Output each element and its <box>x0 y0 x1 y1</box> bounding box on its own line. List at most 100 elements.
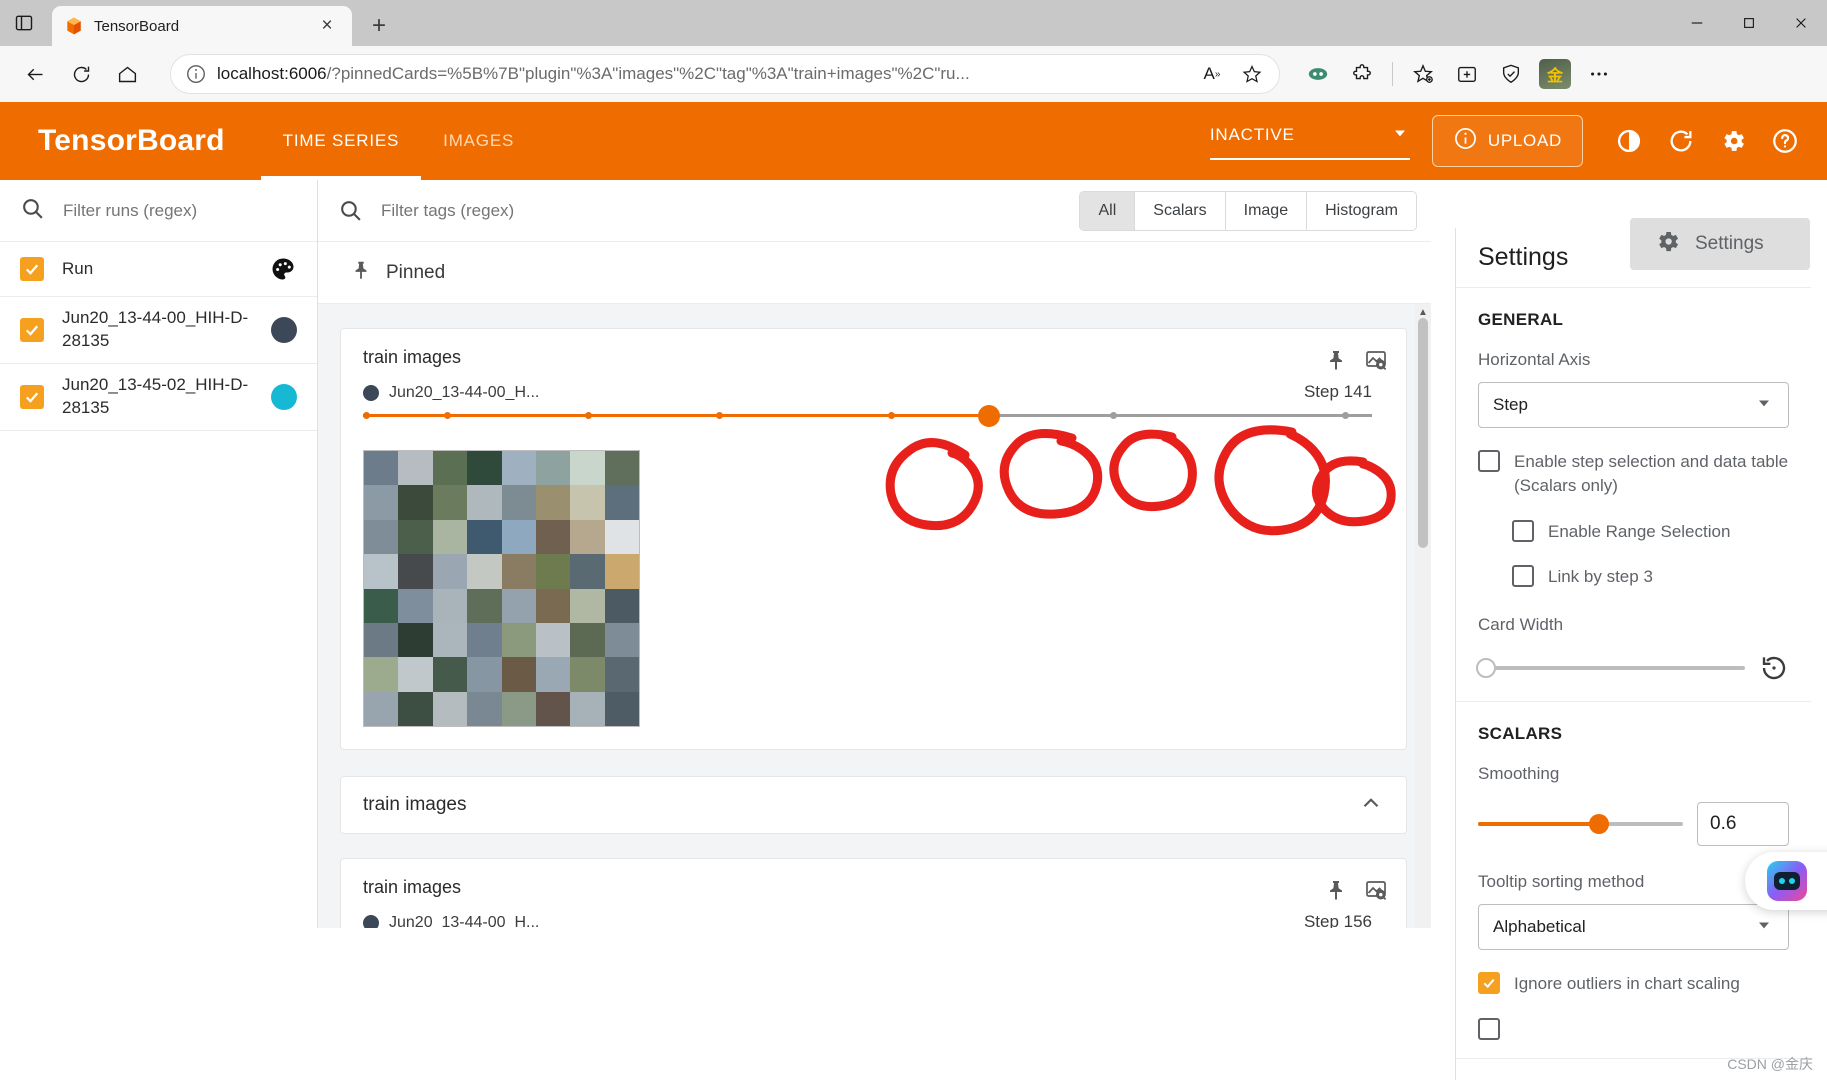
card-actions <box>1324 347 1388 378</box>
search-icon <box>338 198 363 223</box>
smoothing-slider[interactable] <box>1478 814 1683 835</box>
upload-button[interactable]: UPLOAD <box>1431 115 1583 167</box>
address-bar[interactable]: localhost:6006/?pinnedCards=%5B%7B"plugi… <box>170 54 1280 94</box>
ignore-outliers-checkbox[interactable] <box>1478 972 1500 995</box>
tab-sidebar-toggle-icon[interactable] <box>0 0 48 46</box>
runs-header-row[interactable]: Run <box>0 242 317 297</box>
favorite-star-icon[interactable] <box>1237 61 1267 87</box>
reload-icon[interactable] <box>60 53 102 95</box>
horizontal-axis-select[interactable]: Step <box>1478 382 1789 428</box>
slider-tick <box>584 412 592 419</box>
copilot-icon[interactable] <box>1298 54 1338 94</box>
tooltip-sort-select[interactable]: Alphabetical <box>1478 904 1789 951</box>
status-dropdown-value: INACTIVE <box>1209 125 1295 144</box>
run-color-dot[interactable] <box>271 316 297 343</box>
settings-button[interactable]: Settings <box>1630 218 1810 270</box>
browser-essentials-icon[interactable] <box>1491 54 1531 94</box>
add-to-favorites-icon[interactable] <box>1447 54 1487 94</box>
browser-tab[interactable]: TensorBoard × <box>52 6 352 46</box>
extensions-icon[interactable] <box>1342 54 1382 94</box>
runs-select-all-checkbox[interactable] <box>20 257 44 281</box>
ignore-outliers-row[interactable]: Ignore outliers in chart scaling <box>1478 972 1789 996</box>
card-width-slider[interactable] <box>1476 658 1745 679</box>
pinned-label: Pinned <box>386 261 446 283</box>
tab-images[interactable]: IMAGES <box>421 102 536 180</box>
home-icon[interactable] <box>106 53 148 95</box>
tags-toolbar: All Scalars Image Histogram <box>318 180 1431 242</box>
reset-icon[interactable] <box>1759 653 1789 683</box>
image-card-pinned: train images Jun20_13-44-00_H... Step 14… <box>340 328 1407 750</box>
pin-icon <box>350 258 372 287</box>
reload-icon[interactable] <box>1661 121 1701 161</box>
settings-button-label: Settings <box>1695 233 1764 254</box>
link-by-step-label: Link by step 3 <box>1548 567 1653 587</box>
tab-time-series[interactable]: TIME SERIES <box>261 102 422 180</box>
palette-icon[interactable] <box>269 255 297 283</box>
robot-face <box>1774 872 1800 890</box>
brightness-icon[interactable] <box>1609 121 1649 161</box>
run-checkbox[interactable] <box>20 384 44 409</box>
cards-scrollbar-thumb[interactable] <box>1418 318 1428 548</box>
range-selection-checkbox[interactable] <box>1512 519 1534 542</box>
tag-section-title: train images <box>363 794 467 815</box>
tensorboard-logo: TensorBoard <box>38 124 225 157</box>
new-tab-icon[interactable]: + <box>366 12 392 39</box>
help-icon[interactable] <box>1765 121 1805 161</box>
cards-scrollbar[interactable]: ▲ ▼ <box>1415 304 1431 928</box>
app-root: TensorBoard × + localhost:6006/?pinnedCa… <box>0 0 1827 1080</box>
status-dropdown[interactable]: INACTIVE <box>1209 123 1410 160</box>
read-aloud-icon[interactable]: A» <box>1197 61 1227 87</box>
runs-filter-row[interactable] <box>0 180 317 242</box>
link-by-step-row[interactable]: Link by step 3 <box>1512 565 1789 589</box>
close-tab-icon[interactable]: × <box>314 13 340 39</box>
image-preview-grid[interactable] <box>363 450 640 727</box>
back-icon[interactable] <box>14 53 56 95</box>
step-selection-row[interactable]: Enable step selection and data table (Sc… <box>1478 450 1789 498</box>
minimize-window-icon[interactable] <box>1671 0 1723 46</box>
slider-tick <box>1341 412 1349 419</box>
range-selection-row[interactable]: Enable Range Selection <box>1512 519 1789 544</box>
slider-thumb[interactable] <box>978 405 1001 427</box>
profile-avatar[interactable]: 金 <box>1535 54 1575 94</box>
image-zoom-icon[interactable] <box>1364 877 1388 908</box>
run-item-0[interactable]: Jun20_13-44-00_HIH-D-28135 <box>0 297 317 364</box>
filter-image[interactable]: Image <box>1225 191 1308 230</box>
run-color-dot[interactable] <box>271 383 297 410</box>
pin-icon[interactable] <box>1324 877 1348 908</box>
close-window-icon[interactable] <box>1775 0 1827 46</box>
collections-icon[interactable] <box>1403 54 1443 94</box>
partition-checkbox[interactable] <box>1478 1017 1500 1040</box>
tags-filter-input[interactable] <box>379 199 939 222</box>
filter-all[interactable]: All <box>1080 191 1136 230</box>
smoothing-value-input[interactable]: 0.6 <box>1697 802 1789 847</box>
smoothing-fill <box>1478 822 1597 827</box>
gear-icon[interactable] <box>1713 121 1753 161</box>
browser-action-icons: 金 <box>1298 54 1619 94</box>
step-slider-area: Step 141 <box>341 382 1406 432</box>
watermark: CSDN @金庆 <box>1727 1056 1813 1072</box>
browser-tab-strip: TensorBoard × + <box>0 0 1827 46</box>
runs-filter-input[interactable] <box>61 199 297 222</box>
maximize-window-icon[interactable] <box>1723 0 1775 46</box>
partition-row[interactable] <box>1478 1017 1789 1040</box>
chevron-up-icon[interactable] <box>1358 790 1384 821</box>
pin-icon[interactable] <box>1324 347 1348 378</box>
step-selection-checkbox[interactable] <box>1478 450 1500 472</box>
link-by-step-checkbox[interactable] <box>1512 565 1534 588</box>
smoothing-thumb[interactable] <box>1588 814 1609 835</box>
tag-section-header[interactable]: train images <box>340 776 1407 834</box>
header-icon-group <box>1609 121 1805 161</box>
assistant-floating-button[interactable] <box>1745 852 1827 910</box>
run-item-1[interactable]: Jun20_13-45-02_HIH-D-28135 <box>0 364 317 431</box>
card-width-thumb[interactable] <box>1476 658 1496 679</box>
settings-and-more-icon[interactable] <box>1579 54 1619 94</box>
run-checkbox[interactable] <box>20 317 44 342</box>
step-selection-label: Enable step selection and data table (Sc… <box>1514 452 1789 495</box>
window-controls <box>1671 0 1827 46</box>
filter-scalars[interactable]: Scalars <box>1135 191 1226 230</box>
site-info-icon[interactable] <box>185 63 207 85</box>
image-zoom-icon[interactable] <box>1364 347 1388 378</box>
upload-button-label: UPLOAD <box>1487 131 1562 150</box>
step-slider[interactable] <box>363 398 1372 432</box>
filter-histogram[interactable]: Histogram <box>1307 191 1416 230</box>
